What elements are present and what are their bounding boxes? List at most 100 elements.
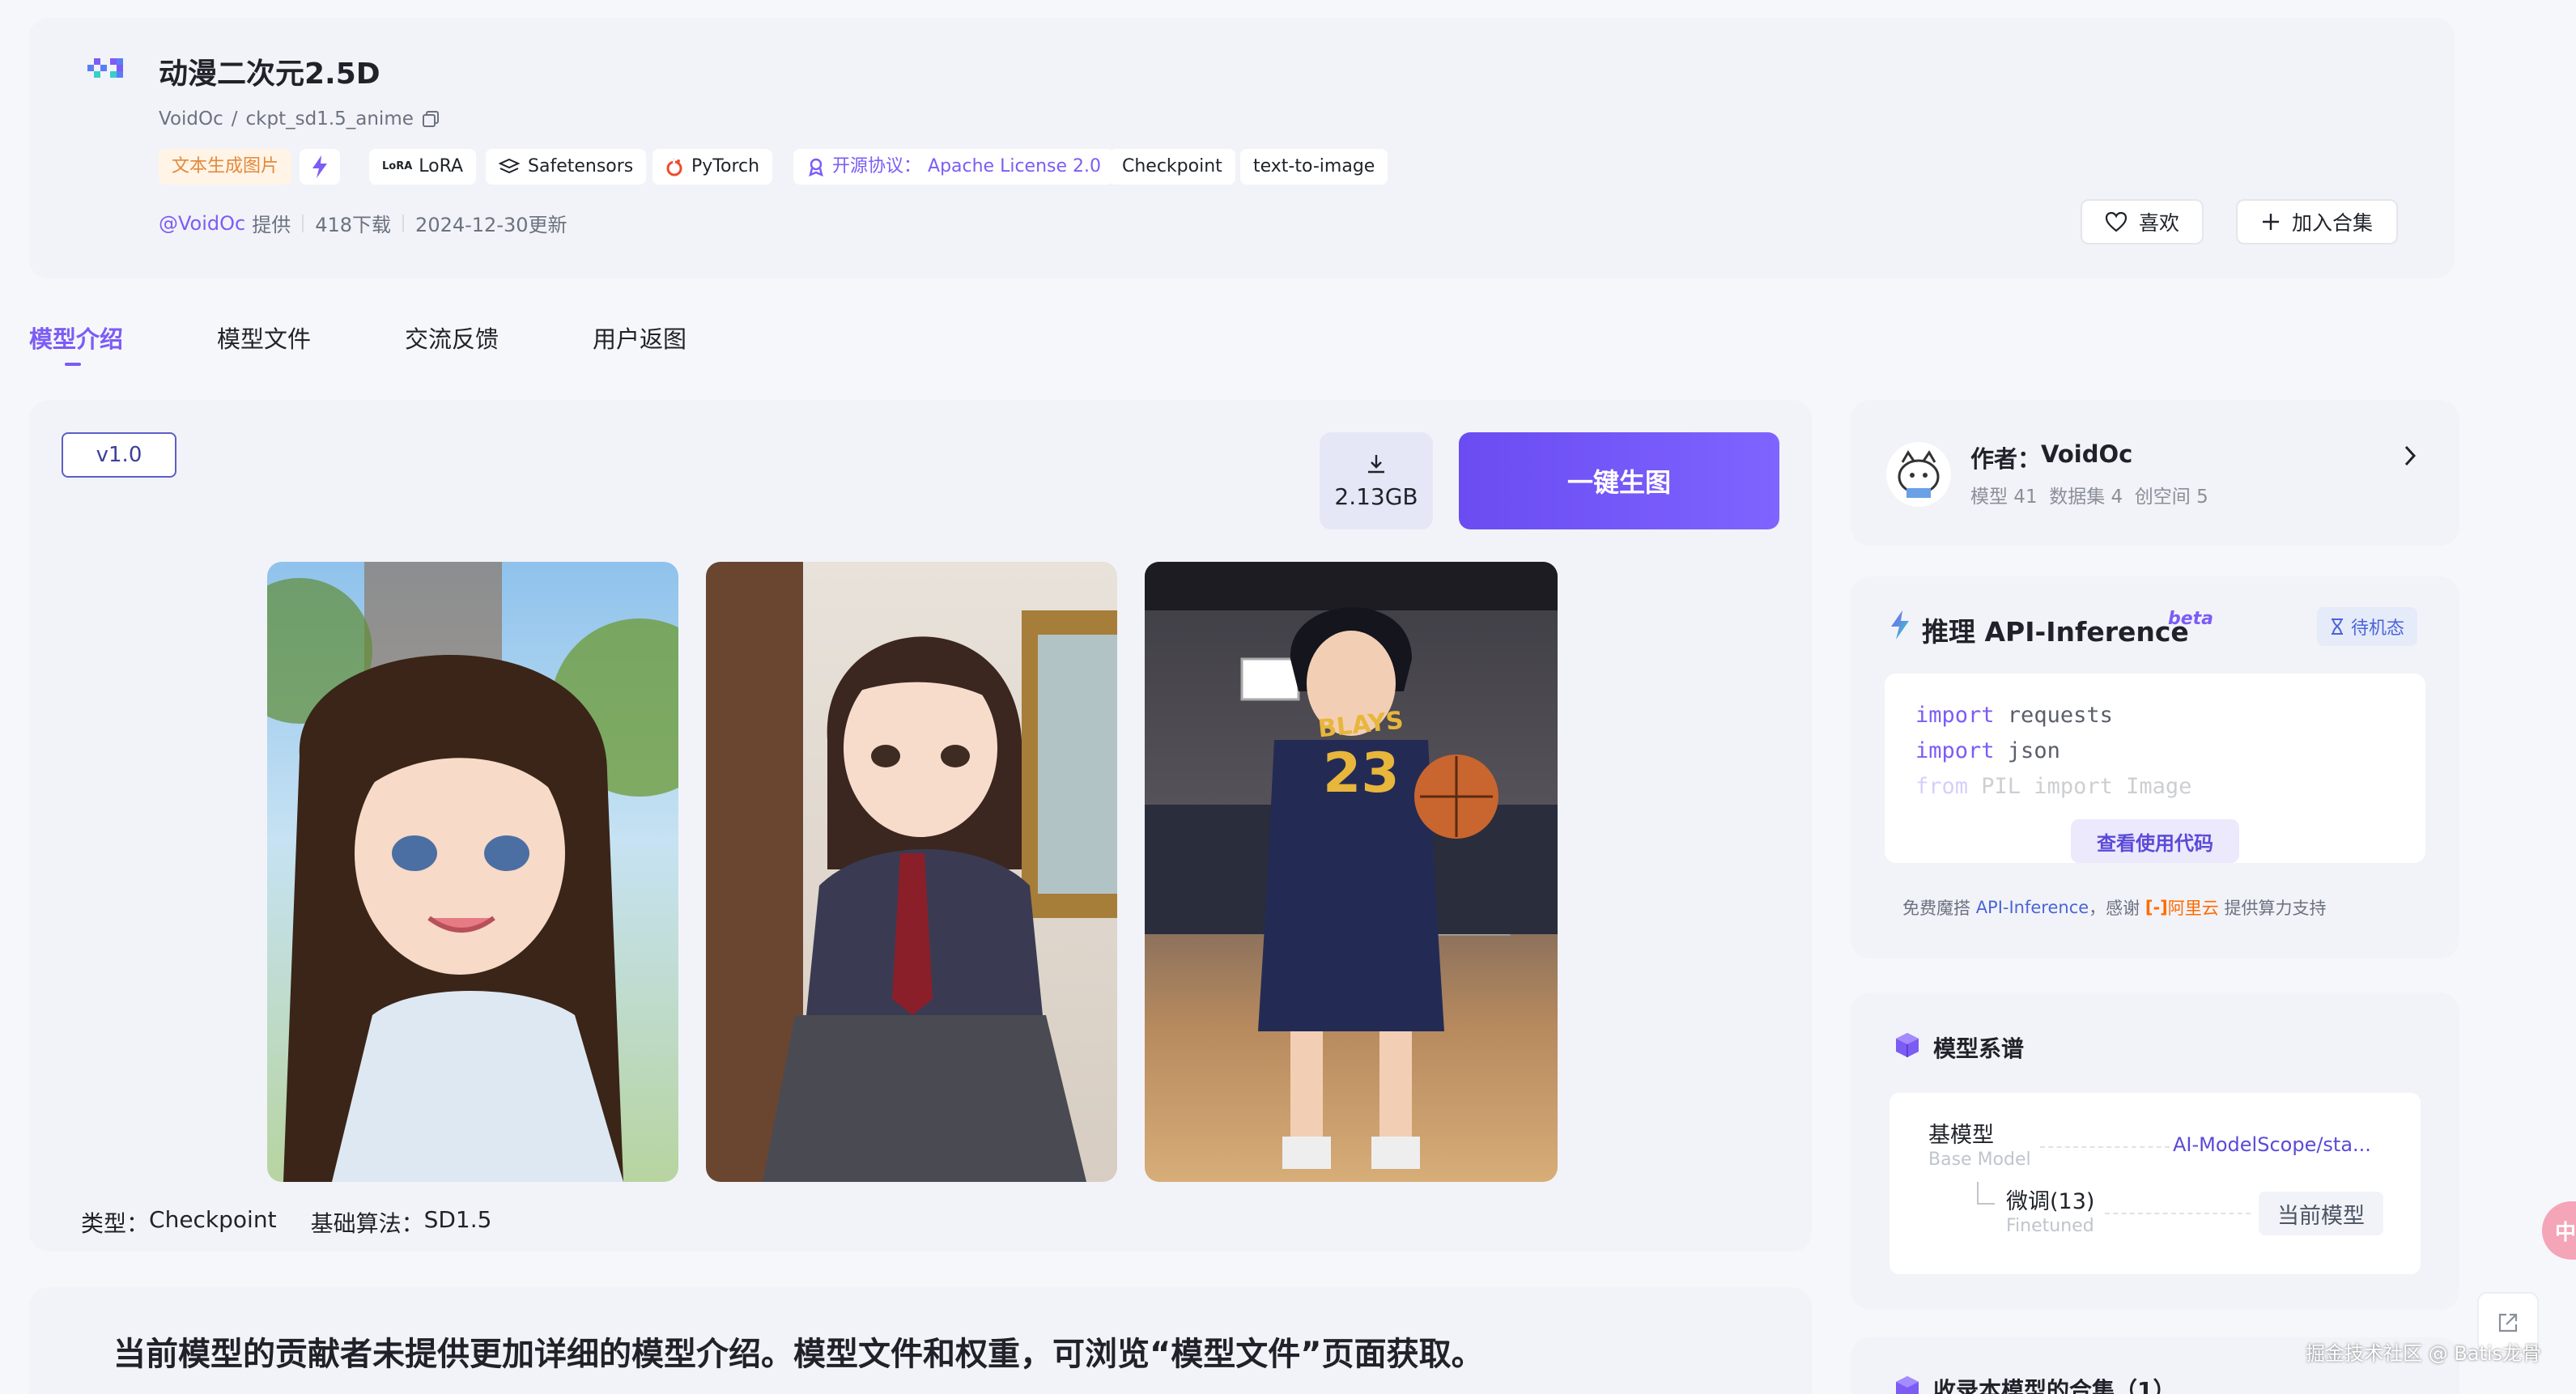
copy-icon[interactable]	[422, 110, 440, 128]
lightning-icon	[1889, 610, 1911, 643]
text-to-image-tag[interactable]: text-to-image	[1240, 149, 1388, 185]
add-collection-label: 加入合集	[2291, 211, 2373, 235]
language-float-badge[interactable]: 中	[2542, 1201, 2576, 1260]
beta-badge: beta	[2168, 609, 2214, 629]
license-value: Apache License 2.0	[928, 156, 1101, 176]
provider-link[interactable]: @VoidOc	[159, 212, 245, 235]
safetensors-label: Safetensors	[528, 156, 634, 176]
version-selector[interactable]: v1.0	[62, 432, 176, 478]
provider-suffix: 提供	[252, 214, 291, 236]
code-text: requests	[1994, 703, 2113, 728]
code-text: PIL import Image	[1968, 774, 2192, 799]
code-keyword: import	[1915, 703, 1995, 728]
lightning-icon	[312, 155, 327, 178]
code-keyword: from	[1915, 774, 1969, 799]
download-count: 418下载	[315, 214, 392, 236]
safetensors-tag[interactable]: Safetensors	[486, 149, 647, 185]
jersey-number: 23	[1323, 742, 1400, 805]
algo-label: 基础算法：	[310, 1210, 424, 1237]
base-model-sub: Base Model	[1928, 1150, 2031, 1170]
plus-icon	[2262, 214, 2279, 230]
footer-mid: ，感谢	[2089, 899, 2145, 918]
tab-feedback[interactable]: 交流反馈	[405, 321, 499, 355]
type-value: Checkpoint	[149, 1206, 277, 1233]
code-line-3: from PIL import Image	[1915, 774, 2191, 799]
inference-footer: 免费魔搭 API-Inference ，感谢 [-] 阿里云 提供算力支持	[1902, 895, 2326, 920]
divider	[402, 214, 405, 232]
language-badge-label: 中	[2555, 1220, 2576, 1245]
lineage-title: 模型系谱	[1933, 1035, 2025, 1062]
author-label: 作者：	[1970, 445, 2042, 473]
preview-image-1[interactable]	[267, 562, 678, 1182]
inference-title: 推理 API-Inference	[1922, 616, 2189, 648]
layers-icon	[499, 158, 520, 174]
add-collection-button[interactable]: 加入合集	[2236, 199, 2398, 244]
pytorch-icon	[666, 158, 682, 176]
base-model-link[interactable]: AI-ModelScope/sta...	[2173, 1133, 2371, 1156]
status-label: 待机态	[2351, 618, 2405, 639]
dashed-line	[2105, 1213, 2251, 1214]
base-model-label: 基模型	[1928, 1123, 1994, 1148]
finetune-label[interactable]: 微调(13)	[2006, 1184, 2094, 1215]
footer-suffix: 提供算力支持	[2218, 899, 2327, 918]
author-stats: 模型 41 数据集 4 创空间 5	[1970, 487, 2208, 508]
preview-image-2[interactable]	[706, 562, 1117, 1182]
code-line-2: import json	[1915, 738, 2060, 763]
generate-label: 一键生图	[1566, 467, 1671, 498]
watermark: 掘金技术社区 @ Batis龙骨	[2306, 1342, 2542, 1365]
lightning-tag[interactable]	[300, 149, 340, 185]
lora-icon: LoRA	[382, 160, 413, 172]
aliyun-label: 阿里云	[2167, 899, 2219, 918]
page-title: 动漫二次元2.5D	[159, 57, 380, 91]
lora-tag[interactable]: LoRA LoRA	[369, 149, 477, 185]
download-button[interactable]: 2.13GB	[1320, 432, 1433, 529]
path-owner[interactable]: VoidOc	[159, 108, 223, 130]
author-name-row: 作者： VoidOc	[1970, 440, 2132, 474]
current-model-badge: 当前模型	[2259, 1192, 2383, 1235]
modelscope-logo-icon	[87, 53, 130, 86]
task-tag[interactable]: 文本生成图片	[159, 149, 292, 185]
hourglass-icon	[2332, 618, 2343, 635]
license-tag[interactable]: 开源协议： Apache License 2.0	[793, 149, 1114, 185]
code-text: json	[1994, 738, 2060, 763]
model-type-info: 类型： Checkpoint 基础算法： SD1.5	[81, 1206, 491, 1239]
tree-connector	[1977, 1182, 1995, 1205]
model-path: VoidOc / ckpt_sd1.5_anime	[159, 108, 440, 130]
chevron-right-icon[interactable]	[2401, 444, 2419, 471]
model-intro-text: 当前模型的贡献者未提供更加详细的模型介绍。模型文件和权重，可浏览“模型文件”页面…	[113, 1336, 1484, 1373]
active-tab-indicator	[65, 363, 81, 366]
pytorch-tag[interactable]: PyTorch	[653, 149, 773, 185]
tab-model-intro[interactable]: 模型介绍	[29, 321, 123, 355]
generate-image-button[interactable]: 一键生图	[1459, 432, 1779, 529]
pytorch-label: PyTorch	[691, 156, 760, 176]
code-line-1: import requests	[1915, 703, 2113, 728]
collection-title: 收录本模型的合集（1）	[1933, 1377, 2176, 1394]
like-label: 喜欢	[2138, 211, 2179, 235]
updated-date: 2024-12-30更新	[415, 214, 567, 236]
author-avatar[interactable]	[1886, 442, 1951, 507]
external-link-icon	[2498, 1313, 2518, 1332]
like-button[interactable]: 喜欢	[2081, 199, 2204, 244]
tab-user-images[interactable]: 用户返图	[593, 321, 687, 355]
cube-icon	[1894, 1031, 1920, 1062]
standby-status: 待机态	[2317, 607, 2418, 646]
aliyun-logo-icon: [-]	[2145, 898, 2168, 917]
checkpoint-tag[interactable]: Checkpoint	[1109, 149, 1235, 185]
api-inference-link[interactable]: API-Inference	[1976, 898, 2089, 917]
preview-image-3[interactable]: BLAYS 23	[1145, 562, 1558, 1182]
footer-prefix: 免费魔搭	[1902, 899, 1976, 918]
heart-icon	[2105, 211, 2128, 232]
download-icon	[1368, 454, 1384, 473]
dashed-line	[2040, 1146, 2170, 1148]
finetune-sub: Finetuned	[2006, 1216, 2094, 1236]
model-meta: @VoidOc 提供 418下载 2024-12-30更新	[159, 209, 567, 237]
view-code-button[interactable]: 查看使用代码	[2071, 819, 2239, 863]
divider	[302, 214, 304, 232]
license-icon	[809, 158, 823, 176]
cube-icon	[1894, 1375, 1920, 1394]
path-separator: /	[231, 108, 238, 130]
code-keyword: import	[1915, 738, 1995, 763]
path-name: ckpt_sd1.5_anime	[245, 108, 414, 130]
tab-model-files[interactable]: 模型文件	[217, 321, 311, 355]
author-name[interactable]: VoidOc	[2041, 440, 2132, 474]
